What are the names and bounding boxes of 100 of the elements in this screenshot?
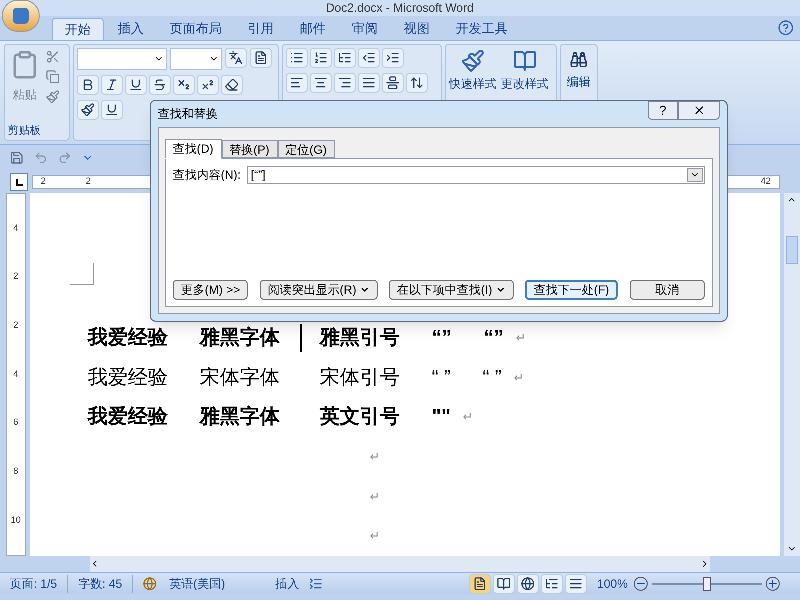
web-layout-icon[interactable] [517, 574, 540, 594]
dialog-button[interactable]: 阅读突出显示(R) [260, 280, 378, 300]
font-name-field[interactable] [77, 48, 167, 70]
text-cursor [300, 324, 302, 352]
ruler-number: 2 [13, 319, 18, 332]
zoom-level[interactable]: 100% [597, 574, 628, 592]
dialog-tab[interactable]: 查找(D) [165, 139, 222, 159]
dialog-button[interactable]: 更多(M) >> [173, 280, 248, 300]
draft-icon[interactable] [565, 574, 588, 594]
paragraph-mark: ↵ [370, 528, 381, 546]
document-text: “ ” [482, 366, 502, 390]
document-text: "" [432, 405, 451, 430]
dialog-button[interactable]: 取消 [630, 280, 705, 300]
superscript-icon[interactable] [197, 75, 219, 95]
ribbon-tab[interactable]: 审阅 [340, 18, 390, 40]
document-text: 我爱经验 [88, 326, 168, 351]
tab-selector[interactable] [10, 173, 28, 191]
find-label: 查找内容(N): [173, 167, 241, 184]
document-text: “” [432, 326, 452, 351]
cut-icon[interactable] [46, 50, 60, 64]
ruler-number: 10 [10, 514, 21, 527]
vertical-scrollbar[interactable] [784, 193, 800, 556]
bold-icon[interactable] [77, 75, 99, 95]
underline-icon[interactable] [125, 75, 147, 95]
window-title: Doc2.docx - Microsoft Word [326, 1, 474, 15]
align-right-icon[interactable] [334, 73, 356, 93]
office-button[interactable] [2, 0, 40, 32]
print-layout-icon[interactable] [469, 574, 492, 594]
book-icon [513, 49, 537, 73]
ribbon-tab[interactable]: 引用 [236, 18, 286, 40]
ribbon-tab[interactable]: 邮件 [288, 18, 338, 40]
paragraph-mark: ↵ [462, 409, 473, 426]
dialog-title: 查找和替换 [158, 106, 218, 123]
language-status[interactable]: 英语(美国) [169, 574, 226, 592]
dialog-button[interactable]: 在以下项中查找(I) [389, 280, 514, 300]
italic-icon[interactable] [101, 75, 123, 95]
ruler-number: 2 [13, 270, 18, 284]
change-styles-button[interactable]: 更改样式 [501, 49, 549, 137]
ribbon-tab[interactable]: 开发工具 [444, 18, 520, 40]
slider-thumb[interactable] [703, 576, 711, 590]
subscript-icon[interactable] [173, 75, 195, 95]
dialog-tab[interactable]: 替换(P) [222, 140, 278, 158]
decrease-indent-icon[interactable] [358, 48, 380, 68]
increase-indent-icon[interactable] [382, 48, 404, 68]
insert-mode[interactable]: 插入 [275, 574, 300, 592]
horizontal-scrollbar[interactable] [90, 556, 710, 572]
reading-layout-icon[interactable] [493, 574, 516, 594]
dialog-button[interactable]: 查找下一处(F) [525, 280, 618, 300]
zoom-in-icon[interactable] [766, 576, 780, 590]
outline-icon[interactable] [541, 574, 564, 594]
help-icon[interactable] [778, 20, 794, 36]
ribbon-tab[interactable]: 视图 [392, 18, 442, 40]
clear-format-icon[interactable] [221, 75, 243, 95]
paragraph-mark: ↵ [370, 448, 381, 466]
document-text: 英文引号 [320, 404, 400, 430]
page-count[interactable]: 页面: 1/5 [0, 574, 68, 592]
zoom-out-icon[interactable] [634, 576, 648, 590]
word-count[interactable]: 字数: 45 [68, 574, 134, 592]
close-button[interactable] [678, 101, 720, 120]
justify-icon[interactable] [358, 73, 380, 93]
ribbon-tab[interactable]: 开始 [52, 18, 104, 40]
find-field[interactable]: [“”] [247, 166, 705, 184]
align-left-icon[interactable] [286, 73, 308, 93]
brush-icon [461, 49, 485, 73]
distribute-icon[interactable] [382, 73, 404, 93]
help-button[interactable]: ? [648, 101, 678, 120]
save-icon[interactable] [10, 151, 24, 165]
paragraph-mark: ↵ [516, 330, 526, 347]
document-text: 雅黑字体 [200, 404, 280, 430]
document-text: 宋体引号 [320, 366, 400, 390]
numbering-icon[interactable] [310, 48, 332, 68]
phonetic-guide-icon[interactable] [225, 48, 247, 68]
paragraph-mark: ↵ [370, 488, 381, 506]
quick-styles-button[interactable]: 快速样式 [449, 49, 497, 137]
copy-icon[interactable] [46, 70, 60, 84]
ribbon-tab[interactable]: 插入 [106, 18, 156, 40]
ruler-number: 2 [86, 175, 92, 188]
zoom-slider[interactable] [652, 576, 762, 592]
group-label: 剪贴板 [7, 124, 42, 138]
multilevel-list-icon[interactable] [334, 48, 356, 68]
close-icon [692, 104, 706, 117]
paragraph-mark: ↵ [514, 370, 524, 386]
bullets-icon[interactable] [286, 48, 308, 68]
page-corner-mark [70, 263, 94, 285]
format-painter-icon[interactable] [46, 90, 60, 104]
document-text: 雅黑引号 [320, 326, 400, 351]
dropdown-button[interactable] [687, 168, 703, 182]
line-spacing-icon[interactable] [406, 73, 428, 93]
ruler-number: 4 [13, 222, 18, 235]
binoculars-icon [570, 51, 588, 69]
strikethrough-icon[interactable] [149, 75, 171, 95]
ribbon-tab[interactable]: 页面布局 [158, 18, 234, 40]
font-size-field[interactable] [170, 48, 222, 70]
scroll-thumb[interactable] [786, 236, 798, 264]
align-center-icon[interactable] [310, 73, 332, 93]
dialog-tab[interactable]: 定位(G) [278, 140, 335, 158]
document-text: 雅黑字体 [200, 326, 280, 351]
document-text: “ ” [432, 366, 451, 390]
ruler-number: 8 [13, 465, 18, 478]
ruler-number: 2 [41, 175, 46, 188]
